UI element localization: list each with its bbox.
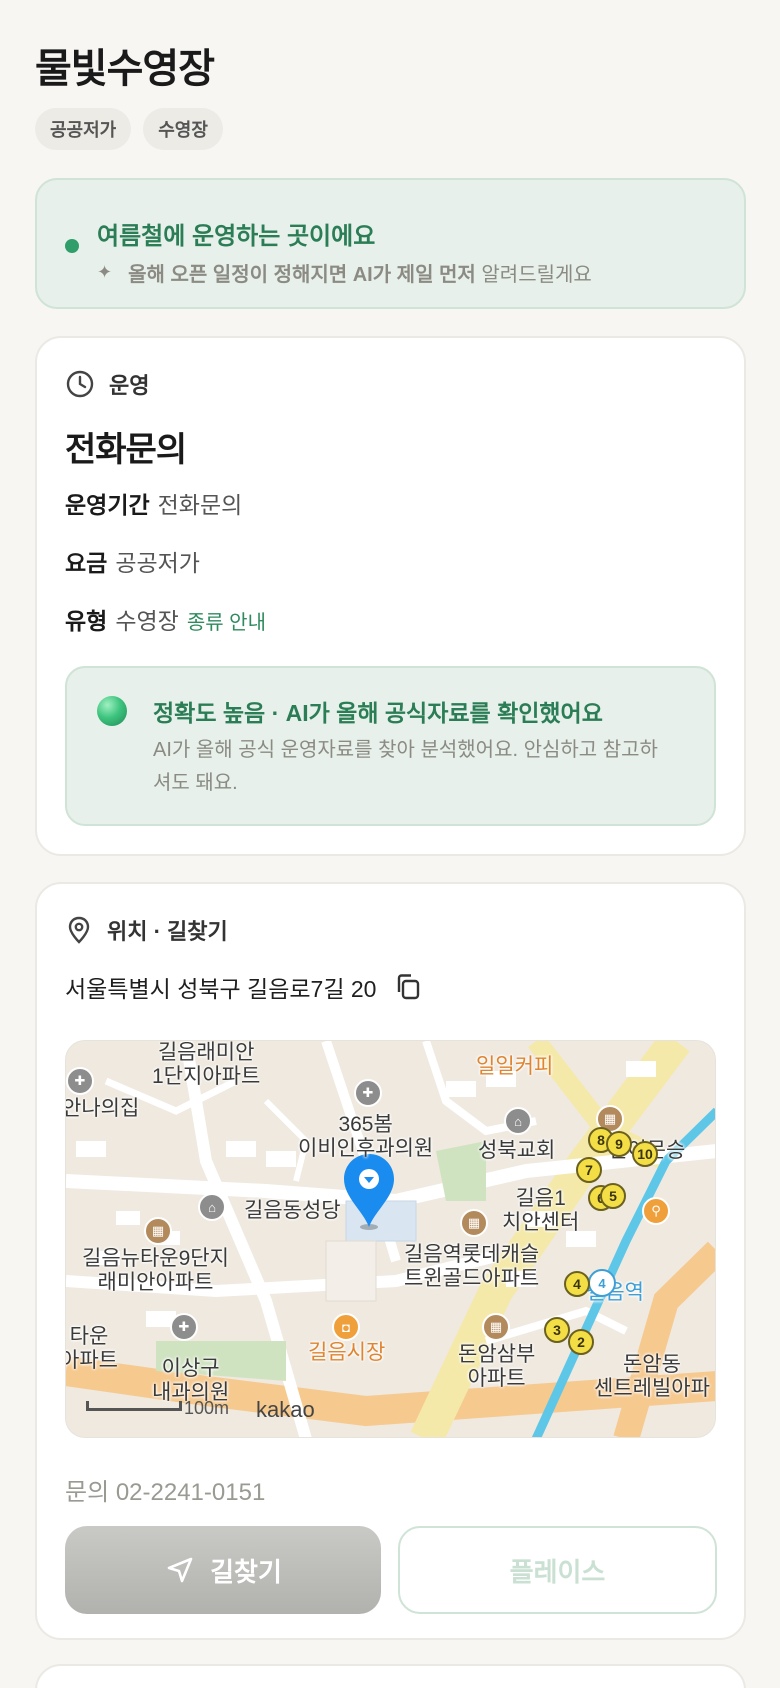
map-label-clinic: 365봄 이비인후과의원 [298, 1113, 434, 1160]
type-value: 수영장 [115, 608, 179, 634]
apartment-icon: ▦ [482, 1313, 510, 1341]
apartment-icon: ▦ [460, 1209, 488, 1237]
exit-number: 5 [600, 1183, 626, 1209]
map-label-apt1-text: 길음래미안 1단지아파트 [152, 1041, 261, 1088]
address-row: 서울특별시 성북구 길음로7길 20 [65, 970, 422, 1004]
exit-number: 2 [568, 1329, 594, 1355]
map-scale-bar [86, 1401, 182, 1411]
sparkle-icon: ✦ [97, 262, 113, 282]
map-view[interactable]: 길음래미안 1단지아파트 일일커피 안나의집 365봄 이비인후과의원 성북교회… [65, 1040, 716, 1438]
location-label: 위치 · 길찾기 [107, 919, 228, 944]
kakao-logo: kakao [256, 1397, 315, 1422]
operation-card: 운영 전화문의 운영기간 전화문의 요금 공공저가 유형 수영장 종류 안내 정확도 높… [35, 336, 746, 856]
exit-number: 9 [606, 1131, 632, 1157]
notice-subtext: ✦ 올해 오픈 일정이 정해지면 AI가 제일 먼저 알려드릴게요 [97, 258, 592, 287]
place-button[interactable]: 플레이스 [398, 1526, 717, 1614]
type-key: 유형 [65, 608, 108, 634]
exit-number: 4 [564, 1271, 590, 1297]
period-value: 전화문의 [157, 492, 243, 518]
fee-key: 요금 [65, 550, 108, 576]
tag-pool[interactable]: 수영장 [143, 108, 223, 150]
exit-number: 10 [632, 1141, 658, 1167]
hospital-icon: ✚ [354, 1079, 382, 1107]
navigate-button[interactable]: 길찾기 [65, 1526, 381, 1614]
map-label-cathedral: 길음동성당 [244, 1199, 341, 1222]
type-guide-link[interactable]: 종류 안내 [187, 612, 266, 634]
exit-number: 7 [576, 1157, 602, 1183]
clock-icon [66, 370, 94, 398]
hospital-icon: ✚ [66, 1067, 94, 1095]
season-notice: 여름철에 운영하는 곳이에요 ✦ 올해 오픈 일정이 정해지면 AI가 제일 먼… [35, 178, 746, 309]
operation-label: 운영 [109, 373, 150, 398]
page-title: 물빛수영장 [35, 47, 215, 91]
map-label-newtown: 길음뉴타운9단지 래미안아파트 [82, 1247, 229, 1294]
hospital-icon: ✚ [170, 1313, 198, 1341]
accuracy-box: 정확도 높음 · AI가 올해 공식자료를 확인했어요 AI가 올해 공식 운영… [65, 666, 716, 826]
navigate-label: 길찾기 [210, 1556, 282, 1587]
phone-contact[interactable]: 문의 02-2241-0151 [65, 1472, 265, 1507]
operation-status: 전화문의 [65, 431, 187, 469]
map-label-gileum1: 길음1 치안센터 [502, 1187, 580, 1234]
restaurant-icon: ⚲ [642, 1197, 670, 1225]
map-label-donam2: 돈암동 센트레빌아파 [594, 1353, 710, 1400]
location-card: 위치 · 길찾기 서울특별시 성북구 길음로7길 20 길음래미안 1단지아파트… [35, 882, 746, 1640]
map-label-donam: 돈암삼부 아파트 [458, 1343, 536, 1390]
notice-headline: 여름철에 운영하는 곳이에요 [97, 223, 376, 250]
location-header: 위치 · 길찾기 [65, 914, 228, 946]
map-label-apt1: 길음래미안 1단지아파트 [152, 1041, 260, 1089]
exit-number: 3 [544, 1317, 570, 1343]
map-label-cafe: 일일커피 [476, 1055, 554, 1078]
address-text: 서울특별시 성북구 길음로7길 20 [65, 976, 377, 1002]
tag-public-price[interactable]: 공공저가 [35, 108, 132, 150]
map-label-nanaui: 안나의집 [65, 1097, 140, 1120]
operation-header: 운영 [65, 368, 149, 400]
copy-icon[interactable] [394, 972, 422, 1002]
tag-list: 공공저가 수영장 [35, 108, 223, 150]
notice-sub-rest: 알려드릴게요 [481, 264, 592, 286]
accuracy-title: 정확도 높음 · AI가 올해 공식자료를 확인했어요 [153, 700, 603, 726]
status-dot-icon [65, 239, 79, 253]
next-card [35, 1664, 746, 1688]
fee-value: 공공저가 [115, 550, 200, 576]
church-icon: ⌂ [198, 1193, 226, 1221]
type-row: 유형 수영장 종류 안내 [65, 602, 266, 636]
accuracy-text: AI가 올해 공식 운영자료를 찾아 분석했어요. 안심하고 참고하셔도 돼요. [153, 739, 658, 794]
map-label-lotte: 길음역롯데캐슬 트윈골드아파트 [404, 1243, 540, 1290]
market-icon: ◘ [332, 1313, 360, 1341]
map-pin-icon [68, 916, 90, 944]
church-icon: ⌂ [504, 1107, 532, 1135]
map-label-church: 성북교회 [478, 1139, 556, 1162]
period-key: 운영기간 [65, 492, 150, 518]
notice-sub-bold: 올해 오픈 일정이 정해지면 AI가 제일 먼저 [128, 264, 476, 286]
accuracy-orb-icon [97, 696, 127, 726]
map-scale-label: 100m [184, 1398, 230, 1418]
period-row: 운영기간 전화문의 [65, 486, 242, 520]
apartment-icon: ▦ [144, 1217, 172, 1245]
fee-row: 요금 공공저가 [65, 544, 200, 578]
navigation-arrow-icon [167, 1557, 193, 1583]
map-label-taun: 타운 아파트 [65, 1325, 118, 1372]
subway-line-icon: 4 [588, 1269, 616, 1297]
map-label-market: 길음시장 [308, 1341, 386, 1364]
